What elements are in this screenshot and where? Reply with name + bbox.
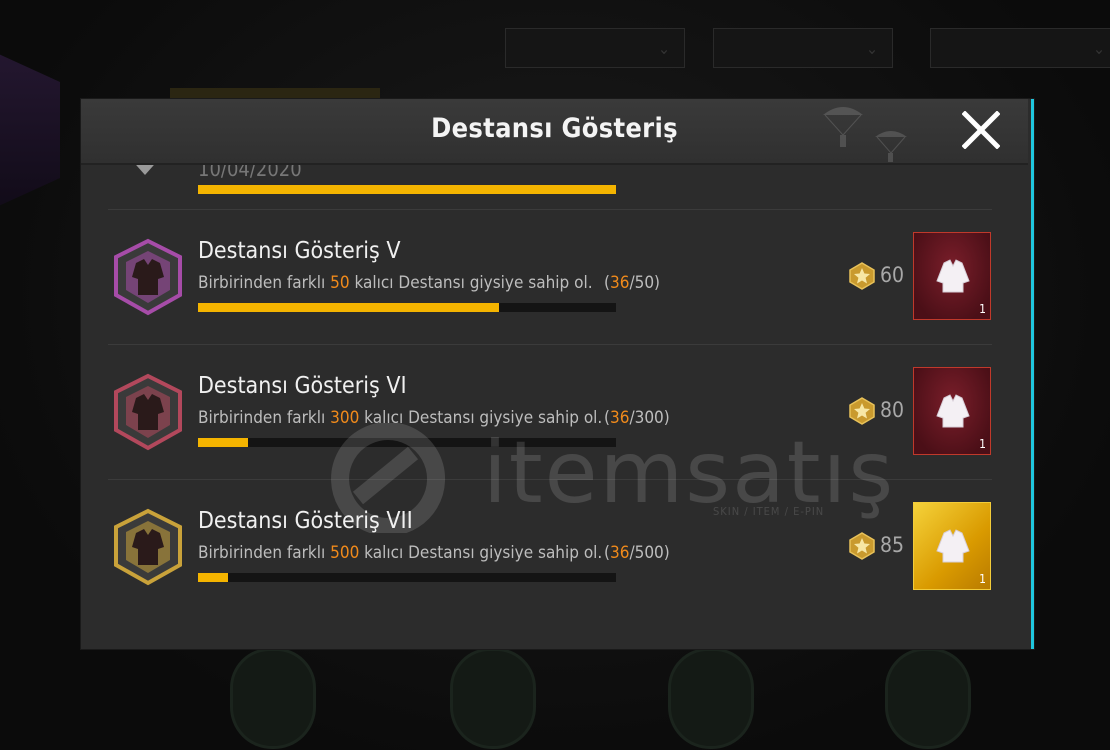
- progress-bar: [198, 438, 616, 447]
- desc-target: 500: [330, 543, 360, 563]
- progress-total: /300): [629, 408, 670, 428]
- completion-date: 10/04/2020: [198, 165, 302, 181]
- achievement-badge-icon: [114, 373, 182, 451]
- progress-current: 36: [609, 408, 630, 428]
- reward-count: 1: [979, 302, 986, 316]
- progress-current: 36: [609, 273, 630, 293]
- background-badge: [450, 648, 536, 749]
- achievement-title: Destansı Gösteriş V: [198, 238, 401, 264]
- progress-current: 36: [609, 543, 630, 563]
- progress-bar-fill: [198, 573, 229, 582]
- background-bar: [170, 88, 380, 98]
- achievement-description: Birbirinden farklı 50 kalıcı Destansı gi…: [198, 273, 593, 293]
- reward-points-value: 80: [880, 398, 905, 422]
- progress-bar-complete: [198, 185, 616, 194]
- achievement-description: Birbirinden farklı 300 kalıcı Destansı g…: [198, 408, 602, 428]
- progress-text: (36/50): [604, 273, 660, 293]
- achievement-title: Destansı Gösteriş VII: [198, 508, 413, 534]
- background-dropdown-1: ⌄: [505, 28, 685, 68]
- jacket-icon: [936, 529, 970, 563]
- desc-text: Birbirinden farklı: [198, 408, 331, 428]
- dialog-title: Destansı Gösteriş: [431, 113, 678, 144]
- progress-total: /50): [629, 273, 661, 293]
- reward-count: 1: [979, 572, 986, 586]
- jacket-icon: [936, 394, 970, 428]
- reward-item[interactable]: 1: [913, 232, 991, 320]
- background-badge: [230, 648, 316, 749]
- reward-count: 1: [979, 437, 986, 451]
- background-badge: [885, 648, 971, 749]
- progress-text: (36/300): [604, 408, 670, 428]
- close-button[interactable]: [961, 110, 1001, 150]
- achievement-row[interactable]: Destansı Gösteriş V Birbirinden farklı 5…: [108, 209, 992, 344]
- progress-bar: [198, 303, 616, 312]
- progress-total: /500): [629, 543, 670, 563]
- star-coin-icon: [849, 397, 875, 425]
- dialog-header: Destansı Gösteriş: [81, 99, 1028, 165]
- achievement-description: Birbirinden farklı 500 kalıcı Destansı g…: [198, 543, 602, 563]
- close-icon: [961, 110, 1001, 150]
- jacket-icon: [936, 259, 970, 293]
- achievement-badge-icon: [114, 238, 182, 316]
- achievement-title: Destansı Gösteriş VI: [198, 373, 407, 399]
- reward-item[interactable]: 1: [913, 502, 991, 590]
- background-dropdown-2: ⌄: [713, 28, 893, 68]
- achievement-dialog: Destansı Gösteriş 10/04/2020 Destansı Gö…: [81, 99, 1034, 649]
- achievement-list[interactable]: 10/04/2020 Destansı Gösteriş V Birbirind…: [81, 165, 1028, 649]
- reward-points-value: 85: [880, 533, 905, 557]
- desc-target: 50: [330, 273, 350, 293]
- progress-bar-fill: [198, 303, 499, 312]
- star-coin-icon: [849, 262, 875, 290]
- star-coin-icon: [849, 532, 875, 560]
- background-badge: [668, 648, 754, 749]
- desc-text: Birbirinden farklı: [198, 543, 331, 563]
- reward-points-value: 60: [880, 263, 905, 287]
- desc-target: 300: [330, 408, 360, 428]
- achievement-row[interactable]: Destansı Gösteriş VII Birbirinden farklı…: [108, 479, 992, 614]
- background-dropdown-3: ⌄: [930, 28, 1110, 68]
- progress-bar: [198, 573, 616, 582]
- progress-text: (36/500): [604, 543, 670, 563]
- achievement-badge-icon: [136, 165, 154, 175]
- achievement-badge-icon: [114, 508, 182, 586]
- reward-item[interactable]: 1: [913, 367, 991, 455]
- desc-text: kalıcı Destansı giysiye sahip ol.: [359, 543, 603, 563]
- progress-bar-fill: [198, 438, 249, 447]
- desc-text: kalıcı Destansı giysiye sahip ol.: [349, 273, 593, 293]
- achievement-row[interactable]: Destansı Gösteriş VI Birbirinden farklı …: [108, 344, 992, 479]
- desc-text: Birbirinden farklı: [198, 273, 331, 293]
- desc-text: kalıcı Destansı giysiye sahip ol.: [359, 408, 603, 428]
